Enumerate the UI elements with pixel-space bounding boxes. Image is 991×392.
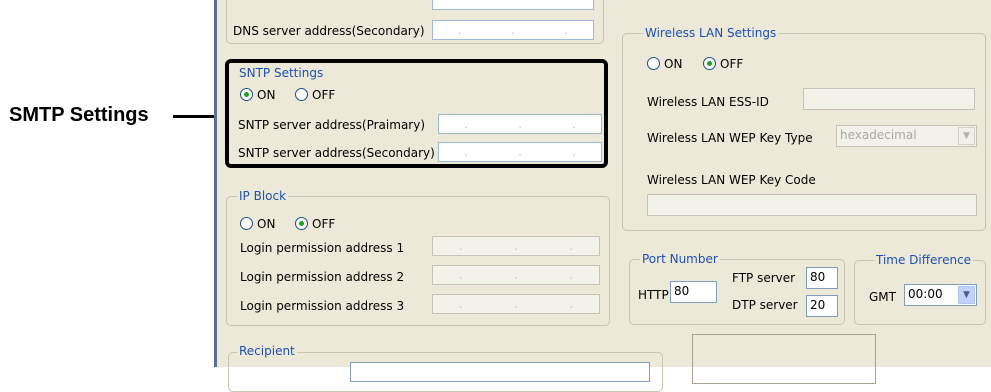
dns-secondary-input[interactable]: ... (432, 20, 594, 40)
dns-primary-input[interactable] (432, 0, 594, 10)
wireless-wep-code-input[interactable] (647, 194, 977, 216)
login-permission-1-input[interactable]: ... (432, 236, 600, 256)
gmt-label: GMT (869, 290, 896, 304)
wireless-wep-type-label: Wireless LAN WEP Key Type (647, 131, 813, 145)
recipient-title: Recipient (237, 344, 297, 358)
callout-label: SMTP Settings (9, 104, 149, 126)
wireless-wep-type-select[interactable]: hexadecimal (836, 125, 977, 147)
wireless-essid-input[interactable] (803, 88, 975, 110)
gmt-value: 00:00 (908, 287, 943, 301)
recipient-input[interactable] (350, 362, 650, 382)
ip-block-off-radio[interactable] (295, 217, 308, 230)
bottom-partial-box (692, 334, 876, 384)
dtp-server-label: DTP server (732, 298, 798, 312)
login-permission-1-label: Login permission address 1 (240, 241, 405, 255)
wireless-off-radio[interactable] (703, 57, 716, 70)
wireless-wep-code-label: Wireless LAN WEP Key Code (647, 173, 816, 187)
ip-block-on-label: ON (257, 217, 276, 231)
wireless-on-label: ON (664, 57, 683, 71)
callout-leader-line (173, 115, 219, 118)
ip-block-on-radio[interactable] (240, 217, 253, 230)
settings-dialog: DNS server address(Secondary) ... SNTP S… (214, 0, 991, 392)
ip-block-title: IP Block (237, 189, 289, 203)
ip-block-off-label: OFF (312, 217, 336, 231)
chevron-down-icon[interactable]: ▼ (958, 127, 975, 145)
login-permission-2-label: Login permission address 2 (240, 270, 405, 284)
ftp-server-label: FTP server (732, 271, 796, 285)
wireless-on-radio[interactable] (647, 57, 660, 70)
wireless-title: Wireless LAN Settings (643, 26, 779, 40)
port-number-title: Port Number (640, 252, 720, 266)
login-permission-3-input[interactable]: ... (432, 294, 600, 314)
time-difference-title: Time Difference (874, 253, 974, 267)
chevron-down-icon[interactable]: ▼ (958, 286, 975, 304)
ftp-server-input[interactable]: 80 (806, 267, 838, 289)
sntp-highlight-frame (225, 59, 608, 168)
login-permission-3-label: Login permission address 3 (240, 299, 405, 313)
wireless-wep-type-value: hexadecimal (840, 128, 917, 142)
wireless-off-label: OFF (720, 57, 744, 71)
dtp-server-input[interactable]: 20 (806, 295, 838, 317)
wireless-essid-label: Wireless LAN ESS-ID (647, 95, 769, 109)
login-permission-2-input[interactable]: ... (432, 265, 600, 285)
dns-secondary-label: DNS server address(Secondary) (233, 24, 425, 38)
http-label: HTTP (638, 288, 669, 302)
http-port-input[interactable]: 80 (670, 281, 717, 303)
